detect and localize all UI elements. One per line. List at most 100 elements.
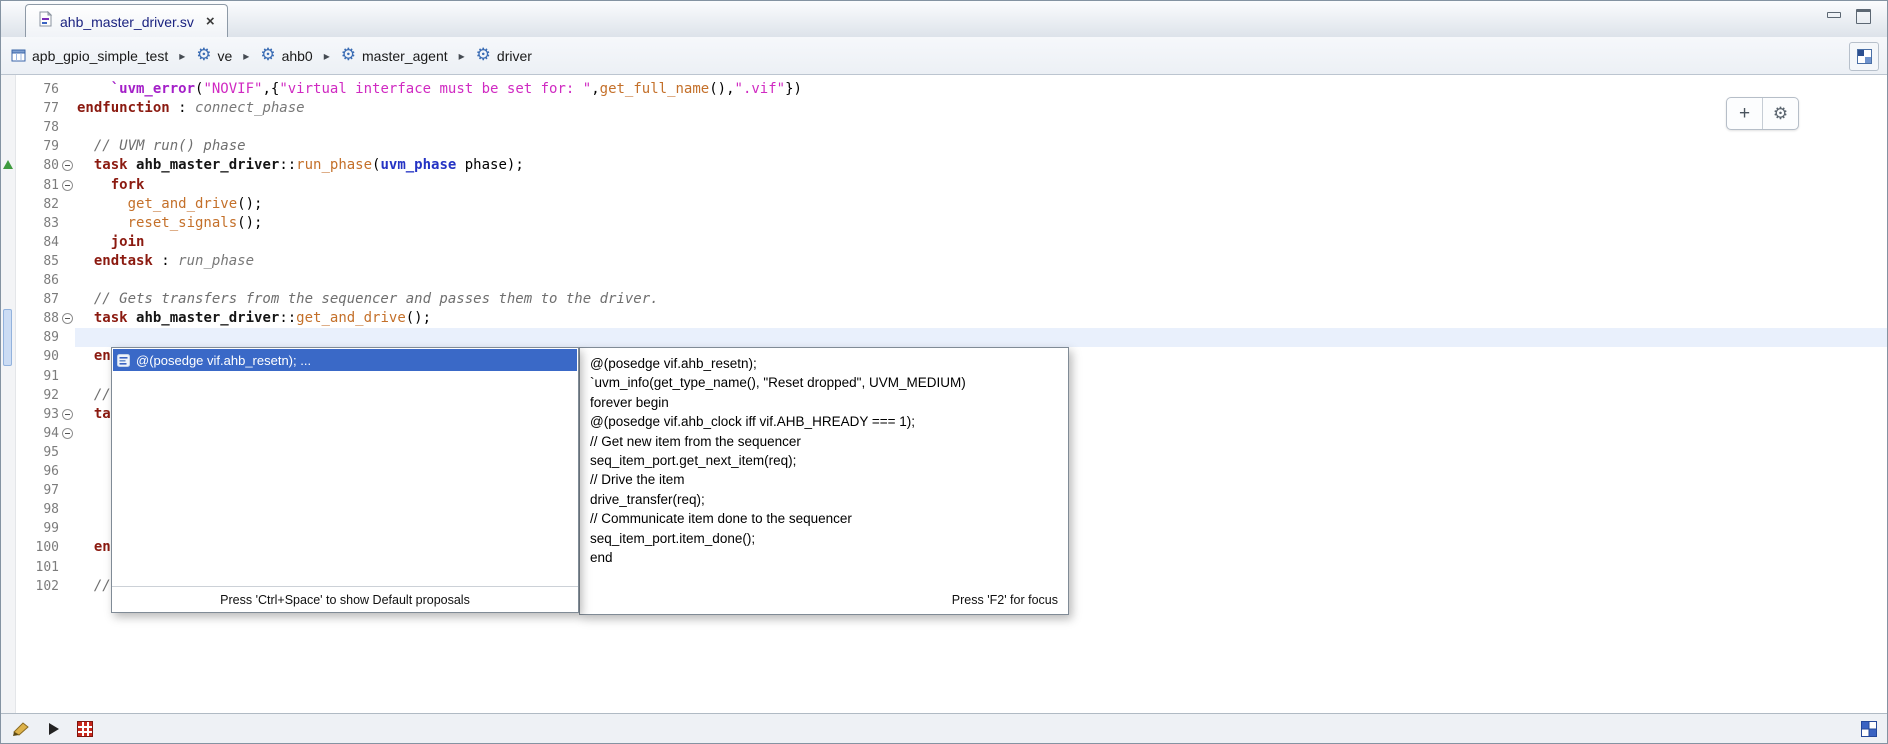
line-number: 78 xyxy=(17,120,59,135)
breadcrumb-item-apb_gpio_simple_test[interactable]: apb_gpio_simple_test xyxy=(11,48,168,64)
preview-line: seq_item_port.get_next_item(req); xyxy=(590,451,1058,470)
code-line-85[interactable]: 85 endtask : run_phase xyxy=(1,252,1887,271)
line-number: 79 xyxy=(17,139,59,154)
code-text: // xyxy=(75,577,111,596)
code-line-82[interactable]: 82 get_and_drive(); xyxy=(1,195,1887,214)
preview-line: // Communicate item done to the sequence… xyxy=(590,509,1058,528)
preview-line: forever begin xyxy=(590,393,1058,412)
line-number: 83 xyxy=(17,216,59,231)
code-text: en xyxy=(75,538,111,557)
code-text: en xyxy=(75,347,111,366)
fold-collapse-icon[interactable] xyxy=(62,409,73,420)
preview-line: seq_item_port.item_done(); xyxy=(590,529,1058,548)
breadcrumb-separator-icon: ▸ xyxy=(179,49,185,63)
fold-collapse-icon[interactable] xyxy=(62,313,73,324)
settings-button[interactable]: ⚙ xyxy=(1762,98,1798,129)
breadcrumb-item-driver[interactable]: ⚙ driver xyxy=(476,47,532,64)
code-line-79[interactable]: 79 // UVM run() phase xyxy=(1,137,1887,156)
status-bar xyxy=(1,713,1887,743)
code-line-86[interactable]: 86 xyxy=(1,271,1887,290)
gear-icon: ⚙ xyxy=(341,47,356,64)
tab-ahb-master-driver[interactable]: ahb_master_driver.sv × xyxy=(25,4,228,38)
breadcrumb-separator-icon: ▸ xyxy=(324,49,330,63)
code-line-84[interactable]: 84 join xyxy=(1,233,1887,252)
code-text: // UVM run() phase xyxy=(75,137,246,156)
editor-floating-toolbar: + ⚙ xyxy=(1726,97,1799,130)
code-text: `uvm_error("NOVIF",{"virtual interface m… xyxy=(75,80,802,99)
breadcrumb-item-ve[interactable]: ⚙ve xyxy=(196,47,232,64)
breadcrumb-separator-icon: ▸ xyxy=(243,49,249,63)
code-line-77[interactable]: 77endfunction : connect_phase xyxy=(1,99,1887,118)
line-number: 93 xyxy=(17,407,59,422)
code-text: task ahb_master_driver::run_phase(uvm_ph… xyxy=(75,156,524,175)
maximize-icon[interactable] xyxy=(1856,9,1871,24)
line-number: 102 xyxy=(17,579,59,594)
line-number: 81 xyxy=(17,178,59,193)
code-text: endtask : run_phase xyxy=(75,252,254,271)
sv-file-icon xyxy=(38,11,53,32)
breadcrumb-label: driver xyxy=(497,48,532,64)
code-line-83[interactable]: 83 reset_signals(); xyxy=(1,214,1887,233)
fold-column xyxy=(59,180,75,191)
preview-line: `uvm_info(get_type_name(), "Reset droppe… xyxy=(590,373,1058,392)
fold-column xyxy=(59,160,75,171)
preview-line: end xyxy=(590,548,1058,567)
line-number: 100 xyxy=(17,540,59,555)
line-number: 88 xyxy=(17,311,59,326)
code-line-89[interactable]: 89 xyxy=(1,328,1887,347)
proposal-item[interactable]: @(posedge vif.ahb_resetn); ... xyxy=(113,349,577,371)
line-number: 96 xyxy=(17,464,59,479)
plus-icon: + xyxy=(1739,103,1750,125)
fold-collapse-icon[interactable] xyxy=(62,160,73,171)
breadcrumb-label: master_agent xyxy=(362,48,448,64)
minimize-icon[interactable] xyxy=(1827,12,1841,18)
template-proposal-icon xyxy=(117,354,130,367)
error-grid-icon[interactable] xyxy=(77,721,93,737)
line-number: 76 xyxy=(17,82,59,97)
proposal-preview: @(posedge vif.ahb_resetn);`uvm_info(get_… xyxy=(590,354,1058,567)
layout-icon xyxy=(1857,49,1872,64)
gear-icon: ⚙ xyxy=(476,47,491,64)
breadcrumb-items: apb_gpio_simple_test ▸ ⚙ve ▸ ⚙ ahb0 ▸ ⚙ master_a… xyxy=(11,47,532,64)
code-text: endfunction : connect_phase xyxy=(75,99,305,118)
fold-column xyxy=(59,428,75,439)
code-line-88[interactable]: 88 task ahb_master_driver::get_and_drive… xyxy=(1,309,1887,328)
add-button[interactable]: + xyxy=(1727,98,1762,129)
gear-icon: ⚙ xyxy=(260,47,275,64)
preview-line: @(posedge vif.ahb_resetn); xyxy=(590,354,1058,373)
fold-column xyxy=(59,409,75,420)
fold-collapse-icon[interactable] xyxy=(62,180,73,191)
preview-line: // Get new item from the sequencer xyxy=(590,432,1058,451)
code-text: ta xyxy=(75,405,111,424)
proposal-info-popup: @(posedge vif.ahb_resetn);`uvm_info(get_… xyxy=(579,347,1069,615)
line-number: 92 xyxy=(17,388,59,403)
code-line-81[interactable]: 81 fork xyxy=(1,176,1887,195)
breadcrumb-separator-icon: ▸ xyxy=(459,49,465,63)
brush-icon[interactable] xyxy=(11,721,31,737)
line-number: 90 xyxy=(17,349,59,364)
toggle-breadcrumb-button[interactable] xyxy=(1849,42,1879,71)
preview-line: @(posedge vif.ahb_clock iff vif.AHB_HREA… xyxy=(590,412,1058,431)
breadcrumb-item-ahb0[interactable]: ⚙ ahb0 xyxy=(260,47,312,64)
code-line-87[interactable]: 87 // Gets transfers from the sequencer … xyxy=(1,290,1887,309)
code-line-80[interactable]: 80 task ahb_master_driver::run_phase(uvm… xyxy=(1,156,1887,175)
breadcrumb-item-master_agent[interactable]: ⚙ master_agent xyxy=(341,47,448,64)
preview-line: drive_transfer(req); xyxy=(590,490,1058,509)
code-line-78[interactable]: 78 xyxy=(1,118,1887,137)
run-icon[interactable] xyxy=(49,723,59,735)
tab-close-icon[interactable]: × xyxy=(206,13,215,30)
line-number: 91 xyxy=(17,369,59,384)
fold-collapse-icon[interactable] xyxy=(62,428,73,439)
window-layout-icon[interactable] xyxy=(1861,721,1877,737)
breadcrumb: apb_gpio_simple_test ▸ ⚙ve ▸ ⚙ ahb0 ▸ ⚙ master_a… xyxy=(1,37,1887,75)
code-text: join xyxy=(75,233,144,252)
breadcrumb-label: ahb0 xyxy=(282,48,313,64)
line-number: 99 xyxy=(17,521,59,536)
line-number: 84 xyxy=(17,235,59,250)
gear-icon: ⚙ xyxy=(1773,104,1788,124)
proposal-label: @(posedge vif.ahb_resetn); ... xyxy=(136,353,311,368)
code-text: task ahb_master_driver::get_and_drive(); xyxy=(75,309,431,328)
line-number: 101 xyxy=(17,560,59,575)
gear-icon: ⚙ xyxy=(196,47,211,64)
code-line-76[interactable]: 76 `uvm_error("NOVIF",{"virtual interfac… xyxy=(1,80,1887,99)
